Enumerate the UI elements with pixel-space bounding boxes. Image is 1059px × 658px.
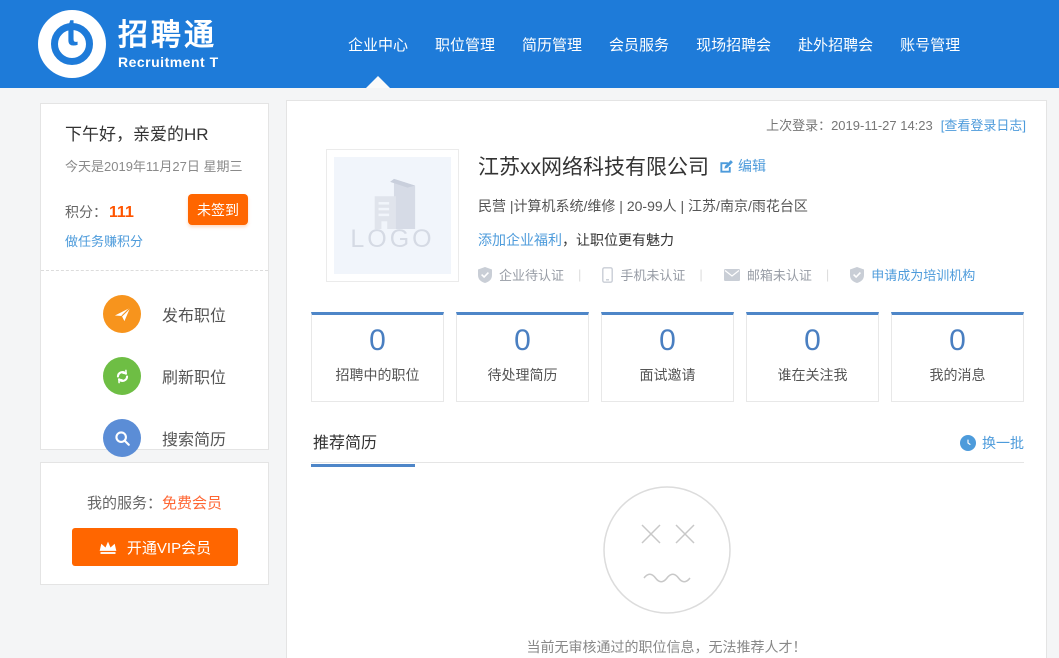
clock-refresh-icon xyxy=(960,435,976,451)
stat-label: 招聘中的职位 xyxy=(312,365,443,385)
stat-value: 0 xyxy=(602,324,733,358)
shield-icon xyxy=(478,267,492,283)
stat-followers[interactable]: 0 谁在关注我 xyxy=(746,312,879,402)
edit-label: 编辑 xyxy=(738,156,766,176)
view-login-log-link[interactable]: [查看登录日志] xyxy=(941,118,1026,133)
last-login-row: 上次登录：2019-11-27 14:23 [查看登录日志] xyxy=(766,115,1026,134)
crown-icon xyxy=(98,540,118,555)
tab-recommended-resumes[interactable]: 推荐简历 xyxy=(311,427,415,467)
nav-item-onsite-job-fair[interactable]: 现场招聘会 xyxy=(696,34,771,55)
stat-value: 0 xyxy=(892,324,1023,358)
nav-item-company-center[interactable]: 企业中心 xyxy=(348,34,408,55)
logo-icon: t xyxy=(38,10,106,78)
phone-icon xyxy=(602,267,613,283)
nav-item-job-management[interactable]: 职位管理 xyxy=(435,34,495,55)
stat-label: 我的消息 xyxy=(892,365,1023,385)
badge-label: 手机未认证 xyxy=(620,265,685,284)
badge-email-unverified: 邮箱未认证 xyxy=(685,265,811,284)
greeting-text: 下午好，亲爱的HR xyxy=(65,120,268,145)
active-nav-indicator xyxy=(366,76,390,88)
badge-label: 企业待认证 xyxy=(499,265,564,284)
nav-item-resume-management[interactable]: 简历管理 xyxy=(522,34,582,55)
checkin-button[interactable]: 未签到 xyxy=(188,194,248,225)
empty-state-text: 当前无审核通过的职位信息，无法推荐人才！ xyxy=(287,637,1046,657)
badge-phone-unverified: 手机未认证 xyxy=(564,265,685,284)
stat-pending-resumes[interactable]: 0 待处理简历 xyxy=(456,312,589,402)
edit-icon xyxy=(719,159,734,174)
my-service-card: 我的服务：免费会员 开通VIP会员 xyxy=(40,462,269,585)
date-text: 今天是2019年11月27日 星期三 xyxy=(65,156,268,175)
refresh-job-action[interactable]: 刷新职位 xyxy=(103,357,268,395)
badge-company-pending: 企业待认证 xyxy=(478,265,564,284)
nav-item-member-service[interactable]: 会员服务 xyxy=(609,34,669,55)
nav-item-account-management[interactable]: 账号管理 xyxy=(900,34,960,55)
stat-jobs-recruiting[interactable]: 0 招聘中的职位 xyxy=(311,312,444,402)
refresh-job-label: 刷新职位 xyxy=(162,364,226,388)
search-resume-label: 搜索简历 xyxy=(162,426,226,450)
app-subtitle: Recruitment T xyxy=(118,54,219,70)
logo-placeholder-text: LOGO xyxy=(350,225,434,254)
company-logo-upload[interactable]: LOGO xyxy=(326,149,459,282)
shield-icon xyxy=(850,267,864,283)
app-logo[interactable]: t 招聘通 Recruitment T xyxy=(38,10,219,78)
company-section: LOGO 江苏xx网络科技有限公司 编辑 民营 |计算机系统/维修 | 20-9… xyxy=(326,149,975,284)
greeting-card: 下午好，亲爱的HR 今天是2019年11月27日 星期三 积分：111 做任务赚… xyxy=(40,103,269,450)
change-batch-link[interactable]: 换一批 xyxy=(960,433,1024,453)
empty-state: 当前无审核通过的职位信息，无法推荐人才！ xyxy=(287,485,1046,657)
service-line: 我的服务：免费会员 xyxy=(41,492,268,513)
publish-job-label: 发布职位 xyxy=(162,302,226,326)
stat-interview-invites[interactable]: 0 面试邀请 xyxy=(601,312,734,402)
main-panel: 上次登录：2019-11-27 14:23 [查看登录日志] LOGO xyxy=(286,100,1047,658)
search-resume-action[interactable]: 搜索简历 xyxy=(103,419,268,457)
change-batch-label: 换一批 xyxy=(982,433,1024,453)
app-title: 招聘通 xyxy=(118,19,219,52)
badge-apply-training-org: 申请成为培训机构 xyxy=(812,265,975,284)
service-label: 我的服务： xyxy=(87,495,162,512)
publish-job-action[interactable]: 发布职位 xyxy=(103,295,268,333)
company-name: 江苏xx网络科技有限公司 xyxy=(478,151,709,181)
search-icon xyxy=(103,419,141,457)
sad-face-icon xyxy=(602,485,732,620)
service-value: 免费会员 xyxy=(162,495,222,512)
divider xyxy=(41,270,268,271)
refresh-icon xyxy=(103,357,141,395)
stat-label: 待处理简历 xyxy=(457,365,588,385)
badge-label: 邮箱未认证 xyxy=(747,265,812,284)
welfare-rest: ，让职位更有魅力 xyxy=(562,232,674,248)
apply-training-link[interactable]: 申请成为培训机构 xyxy=(871,265,975,284)
last-login-text: 上次登录：2019-11-27 14:23 xyxy=(766,118,933,133)
stat-label: 面试邀请 xyxy=(602,365,733,385)
earn-points-link[interactable]: 做任务赚积分 xyxy=(65,231,143,250)
stats-row: 0 招聘中的职位 0 待处理简历 0 面试邀请 0 谁在关注我 0 我的消息 xyxy=(311,312,1024,402)
points-value: 111 xyxy=(109,204,134,221)
stat-messages[interactable]: 0 我的消息 xyxy=(891,312,1024,402)
nav-item-external-job-fair[interactable]: 赴外招聘会 xyxy=(798,34,873,55)
open-vip-label: 开通VIP会员 xyxy=(127,537,211,558)
top-header: t 招聘通 Recruitment T 企业中心 职位管理 简历管理 会员服务 … xyxy=(0,0,1059,88)
edit-company-link[interactable]: 编辑 xyxy=(719,156,766,176)
logo-letter: t xyxy=(65,14,78,52)
add-welfare-link[interactable]: 添加企业福利 xyxy=(478,232,562,248)
building-icon xyxy=(361,177,425,229)
paper-plane-icon xyxy=(103,295,141,333)
stat-value: 0 xyxy=(457,324,588,358)
resume-tab-bar: 推荐简历 换一批 xyxy=(311,427,1024,463)
open-vip-button[interactable]: 开通VIP会员 xyxy=(72,528,238,566)
stat-value: 0 xyxy=(312,324,443,358)
company-meta: 民营 |计算机系统/维修 | 20-99人 | 江苏/南京/雨花台区 xyxy=(478,196,975,216)
stat-value: 0 xyxy=(747,324,878,358)
main-nav: 企业中心 职位管理 简历管理 会员服务 现场招聘会 赴外招聘会 账号管理 xyxy=(348,0,960,88)
points-label: 积分： xyxy=(65,204,107,220)
mail-icon xyxy=(724,269,740,281)
welfare-line: 添加企业福利，让职位更有魅力 xyxy=(478,230,975,250)
verification-badges: 企业待认证 手机未认证 邮箱未认证 xyxy=(478,265,975,284)
stat-label: 谁在关注我 xyxy=(747,365,878,385)
